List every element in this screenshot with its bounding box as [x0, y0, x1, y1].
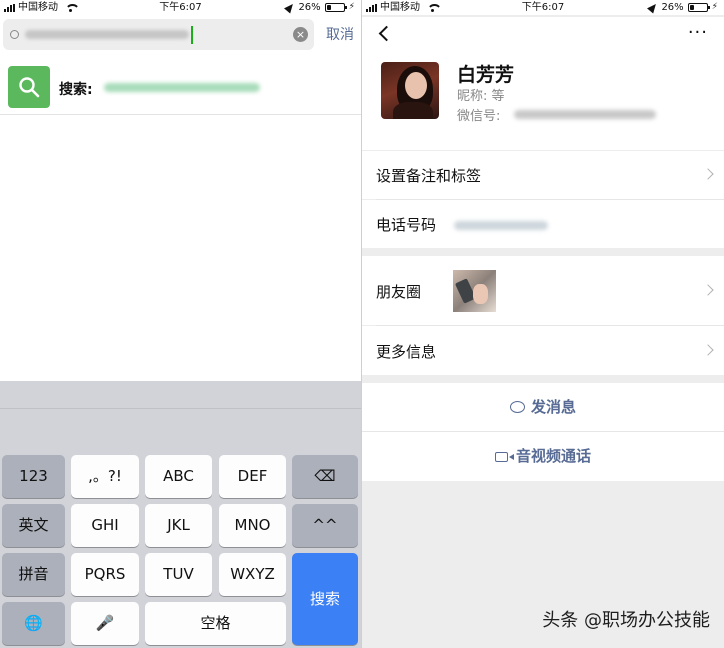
video-call-button[interactable]: 音视频通话 [362, 432, 724, 481]
clear-icon[interactable]: × [293, 27, 308, 42]
chevron-right-icon [702, 344, 714, 356]
key-1-3[interactable]: ABC [145, 455, 212, 498]
key-3-1[interactable]: 拼音 [2, 553, 65, 596]
text-caret [191, 25, 193, 44]
battery-percent: 26% [661, 2, 684, 13]
chevron-right-icon [702, 284, 714, 296]
key-1-1[interactable]: 123 [2, 455, 65, 498]
avatar[interactable] [381, 62, 439, 119]
more-info-cell[interactable]: 更多信息 [362, 326, 724, 375]
search-term-redacted [104, 83, 260, 92]
candidate-bar [0, 381, 361, 409]
video-call-label: 音视频通话 [515, 447, 591, 465]
key-2-1[interactable]: 英文 [2, 504, 65, 547]
phone-number-redacted [454, 221, 548, 230]
search-icon [8, 66, 50, 108]
watermark: 头条 @职场办公技能 [542, 610, 710, 631]
key-3-3[interactable]: TUV [145, 553, 212, 596]
more-icon[interactable]: ··· [688, 24, 708, 42]
remark-and-tags-label: 设置备注和标签 [376, 167, 482, 185]
moments-thumbnail [453, 270, 496, 312]
search-icon [10, 30, 19, 39]
wechat-id-label: 微信号: [457, 109, 501, 124]
charging-icon: ⚡ [348, 2, 355, 12]
moments-label: 朋友圈 [376, 283, 422, 301]
nav-bar: ··· [362, 17, 724, 57]
key-3-2[interactable]: PQRS [71, 553, 139, 596]
globe-icon[interactable]: 🌐 [2, 602, 65, 645]
status-bar: 中国移动 下午6:07 26% ⚡ [362, 0, 724, 15]
contact-nickname: 昵称: 等 [457, 89, 505, 104]
remark-and-tags-cell[interactable]: 设置备注和标签 [362, 151, 724, 199]
battery-icon [687, 3, 710, 12]
search-result-label: 搜索: [59, 82, 93, 98]
location-icon [284, 1, 297, 14]
search-screen: 中国移动 下午6:07 26% ⚡ × 取消 搜索: 123,。?! ABC DEF… [0, 0, 361, 648]
search-result-item[interactable]: 搜索: [0, 61, 361, 115]
video-camera-icon [494, 452, 514, 462]
contact-profile-screen: 中国移动 下午6:07 26% ⚡ ··· 白芳芳 昵称: 等 微信号: 设置备… [362, 0, 724, 648]
key-3-4[interactable]: WXYZ [219, 553, 286, 596]
moments-cell[interactable]: 朋友圈 [362, 256, 724, 325]
search-key[interactable]: 搜索 [292, 553, 358, 645]
avatar-face [405, 72, 427, 99]
backspace-icon[interactable]: ⌫ [292, 455, 358, 498]
battery-percent: 26% [298, 2, 321, 13]
chevron-right-icon [702, 168, 714, 180]
send-message-label: 发消息 [530, 398, 576, 416]
phone-number-cell[interactable]: 电话号码 [362, 200, 724, 248]
wechat-id-redacted [514, 110, 656, 119]
avatar-body [393, 102, 433, 119]
thumbnail-hand [473, 284, 488, 304]
key-2-5[interactable]: ^^ [292, 504, 358, 547]
location-icon [647, 1, 660, 14]
key-4-3[interactable]: 空格 [145, 602, 286, 645]
key-1-4[interactable]: DEF [219, 455, 286, 498]
contact-name: 白芳芳 [457, 64, 515, 86]
key-2-4[interactable]: MNO [219, 504, 286, 547]
battery-icon [324, 3, 347, 12]
key-2-3[interactable]: JKL [145, 504, 212, 547]
search-query-redacted [25, 30, 189, 39]
battery-level [689, 5, 694, 10]
back-icon[interactable] [378, 25, 395, 42]
search-bar: × 取消 [0, 17, 361, 55]
keyboard: 123,。?! ABC DEF ⌫ 英文 GHI JKL MNO ^^ 拼音 PQRS TUV WXYZ… [0, 381, 361, 648]
cancel-button[interactable]: 取消 [326, 24, 354, 44]
status-bar: 中国移动 下午6:07 26% ⚡ [0, 0, 361, 15]
microphone-icon[interactable]: 🎤 [71, 602, 139, 645]
search-input[interactable]: × [3, 19, 314, 50]
profile-header: 白芳芳 昵称: 等 微信号: [362, 57, 724, 150]
more-info-label: 更多信息 [376, 343, 437, 361]
send-message-button[interactable]: 发消息 [362, 383, 724, 431]
key-2-2[interactable]: GHI [71, 504, 139, 547]
battery-level [326, 5, 331, 10]
key-1-2[interactable]: ,。?! [71, 455, 139, 498]
charging-icon: ⚡ [711, 2, 718, 12]
chat-bubble-icon [509, 401, 525, 413]
phone-number-label: 电话号码 [376, 216, 437, 234]
